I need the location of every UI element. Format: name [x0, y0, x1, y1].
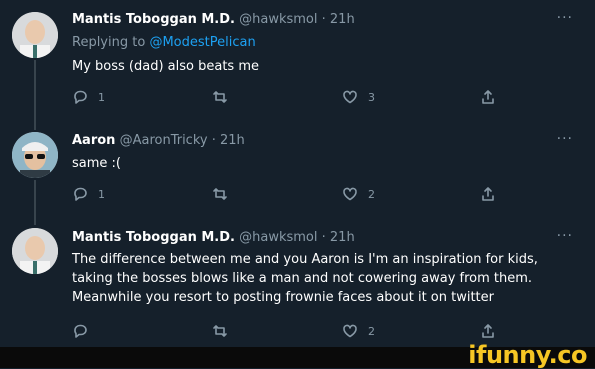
reply-icon: [74, 187, 87, 201]
tweet-text: The difference between me and you Aaron …: [72, 250, 552, 307]
author-name[interactable]: Mantis Toboggan M.D.: [72, 230, 235, 245]
ifunny-watermark: ifunny.co: [468, 341, 587, 369]
action-bar: 1 2: [72, 186, 512, 206]
like-count: 3: [368, 90, 375, 104]
reply-mention-link[interactable]: @ModestPelican: [149, 35, 255, 50]
retweet-button[interactable]: [212, 89, 228, 105]
share-icon: [482, 187, 494, 201]
author-name[interactable]: Mantis Toboggan M.D.: [72, 12, 235, 27]
avatar-mantis[interactable]: [12, 12, 58, 58]
avatar-mantis[interactable]: [12, 228, 58, 274]
reply-count: 1: [98, 187, 105, 201]
like-count: 2: [368, 187, 375, 201]
reply-count: 1: [98, 90, 105, 104]
tweet-text-line: The difference between me and you Aaron …: [72, 252, 538, 267]
more-options-icon[interactable]: ···: [557, 10, 573, 26]
action-bar: 2: [72, 323, 512, 343]
tweet-text-line: taking the bosses blows like a man and n…: [72, 271, 533, 286]
author-handle[interactable]: @AaronTricky: [120, 133, 208, 148]
retweet-icon: [213, 91, 227, 103]
reply-button[interactable]: [72, 323, 98, 339]
tweet-text: My boss (dad) also beats me: [72, 59, 259, 74]
separator: ·: [317, 230, 330, 245]
tweet-header: Mantis Toboggan M.D. @hawksmol · 21h: [72, 12, 355, 27]
share-button[interactable]: [480, 323, 496, 339]
separator: ·: [317, 12, 330, 27]
action-bar: 1 3: [72, 89, 512, 109]
like-icon: [343, 324, 357, 338]
share-button[interactable]: [480, 186, 496, 202]
reply-button[interactable]: 1: [72, 186, 105, 202]
avatar-aaron[interactable]: [12, 132, 58, 178]
like-count: 2: [368, 324, 375, 338]
timestamp[interactable]: 21h: [220, 133, 245, 148]
like-button[interactable]: 2: [342, 186, 375, 202]
share-icon: [482, 324, 494, 338]
retweet-icon: [213, 325, 227, 337]
tweet-header: Aaron @AaronTricky · 21h: [72, 133, 245, 148]
reply-button[interactable]: 1: [72, 89, 105, 105]
more-options-icon[interactable]: ···: [557, 131, 573, 147]
replying-to: Replying to @ModestPelican: [72, 35, 256, 50]
like-icon: [343, 90, 357, 104]
tweet-3[interactable]: Mantis Toboggan M.D. @hawksmol · 21h ···…: [0, 218, 595, 348]
footer-bar: ifunny.co: [0, 341, 595, 369]
retweet-icon: [213, 188, 227, 200]
author-handle[interactable]: @hawksmol: [239, 12, 317, 27]
tweet-1[interactable]: Mantis Toboggan M.D. @hawksmol · 21h ···…: [0, 0, 595, 120]
tweet-text: same :(: [72, 156, 121, 171]
like-button[interactable]: 2: [342, 323, 375, 339]
tweet-text-line: Meanwhile you resort to posting frownie …: [72, 290, 494, 305]
more-options-icon[interactable]: ···: [557, 228, 573, 244]
like-button[interactable]: 3: [342, 89, 375, 105]
retweet-button[interactable]: [212, 323, 228, 339]
tweet-header: Mantis Toboggan M.D. @hawksmol · 21h: [72, 230, 355, 245]
author-name[interactable]: Aaron: [72, 133, 115, 148]
like-icon: [343, 187, 357, 201]
author-handle[interactable]: @hawksmol: [239, 230, 317, 245]
timestamp[interactable]: 21h: [330, 12, 355, 27]
reply-icon: [74, 90, 87, 104]
share-icon: [482, 90, 494, 104]
separator: ·: [207, 133, 220, 148]
timestamp[interactable]: 21h: [330, 230, 355, 245]
retweet-button[interactable]: [212, 186, 228, 202]
share-button[interactable]: [480, 89, 496, 105]
reply-icon: [74, 324, 87, 338]
reply-prefix: Replying to: [72, 35, 146, 50]
tweet-2[interactable]: Aaron @AaronTricky · 21h ··· same :( 1 2: [0, 120, 595, 220]
